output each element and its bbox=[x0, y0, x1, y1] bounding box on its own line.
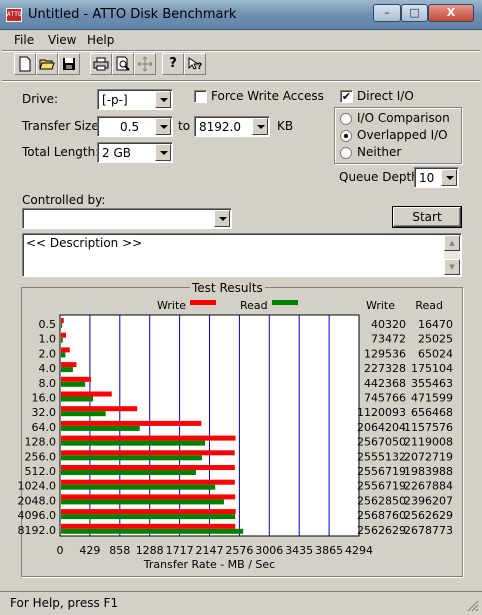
read-value: 2678773 bbox=[404, 524, 453, 537]
x-tick-label: 0 bbox=[57, 544, 64, 557]
write-value: 2562850 bbox=[357, 494, 406, 507]
write-column-header: Write bbox=[366, 299, 395, 312]
legend-write-swatch bbox=[190, 300, 216, 305]
write-value: 40320 bbox=[371, 318, 406, 331]
read-bar bbox=[61, 352, 66, 358]
write-value: 227328 bbox=[364, 362, 406, 375]
write-bar bbox=[61, 420, 202, 426]
write-bar bbox=[61, 332, 66, 338]
read-bar bbox=[61, 528, 244, 534]
read-bar bbox=[61, 499, 224, 505]
x-tick-label: 429 bbox=[79, 544, 100, 557]
row-label: 2.0 bbox=[39, 347, 57, 360]
row-label: 0.5 bbox=[39, 318, 57, 331]
write-bar bbox=[61, 450, 235, 456]
read-value: 2119008 bbox=[404, 436, 453, 449]
read-bar bbox=[61, 323, 63, 328]
write-bar bbox=[61, 318, 64, 323]
results-chart: 0 429 858 1288 1717 2147 2576 3006 3435 3865 4294 T… bbox=[18, 299, 454, 571]
x-tick-label: 858 bbox=[109, 544, 130, 557]
read-value: 2072719 bbox=[404, 450, 453, 463]
write-value: 1120093 bbox=[357, 406, 406, 419]
write-bar bbox=[61, 465, 235, 470]
read-bar bbox=[61, 440, 206, 446]
row-label: 4.0 bbox=[39, 362, 57, 375]
read-bar bbox=[61, 337, 63, 343]
write-value: 129536 bbox=[364, 347, 406, 360]
write-value: 73472 bbox=[371, 333, 406, 346]
read-value: 2562629 bbox=[404, 509, 453, 522]
write-bar bbox=[61, 494, 236, 500]
read-value: 25025 bbox=[418, 333, 453, 346]
x-axis-label: Transfer Rate - MB / Sec bbox=[143, 558, 275, 571]
row-label: 16.0 bbox=[32, 392, 57, 405]
row-label: 256.0 bbox=[25, 450, 57, 463]
read-bar bbox=[61, 381, 86, 387]
x-tick-label: 3006 bbox=[255, 544, 283, 557]
resize-grip-icon[interactable] bbox=[467, 600, 479, 612]
read-column-header: Read bbox=[415, 299, 443, 312]
x-tick-label: 1288 bbox=[136, 544, 164, 557]
write-value: 2555132 bbox=[357, 450, 406, 463]
read-value: 355463 bbox=[411, 377, 453, 390]
row-label: 8192.0 bbox=[18, 524, 57, 537]
read-bar bbox=[61, 425, 140, 431]
read-value: 175104 bbox=[411, 362, 453, 375]
read-value: 2267884 bbox=[404, 480, 453, 493]
read-value: 2396207 bbox=[404, 494, 453, 507]
write-value: 442368 bbox=[364, 377, 406, 390]
row-label: 512.0 bbox=[25, 465, 57, 478]
row-label: 64.0 bbox=[32, 421, 57, 434]
write-bar bbox=[61, 391, 112, 397]
legend-read-label: Read bbox=[240, 299, 268, 312]
write-bar bbox=[61, 479, 235, 485]
x-tick-label: 3865 bbox=[315, 544, 343, 557]
read-bar bbox=[61, 514, 236, 520]
x-tick-label: 2576 bbox=[225, 544, 253, 557]
status-text: For Help, press F1 bbox=[10, 596, 119, 610]
x-tick-label: 4294 bbox=[345, 544, 373, 557]
read-bar bbox=[61, 470, 196, 475]
write-value: 2567050 bbox=[357, 436, 406, 449]
read-value: 471599 bbox=[411, 392, 453, 405]
legend-write-label: Write bbox=[157, 299, 186, 312]
write-bar bbox=[61, 347, 70, 353]
row-label: 2048.0 bbox=[18, 494, 57, 507]
read-value: 65024 bbox=[418, 347, 453, 360]
row-label: 8.0 bbox=[39, 377, 57, 390]
write-value: 2064204 bbox=[357, 421, 406, 434]
write-value: 2556719 bbox=[357, 480, 406, 493]
read-bar bbox=[61, 396, 94, 402]
x-tick-label: 2147 bbox=[196, 544, 224, 557]
row-label: 1.0 bbox=[39, 333, 57, 346]
read-value: 1157576 bbox=[404, 421, 453, 434]
write-value: 2556719 bbox=[357, 465, 406, 478]
read-value: 656468 bbox=[411, 406, 453, 419]
write-bar bbox=[61, 435, 236, 441]
x-tick-label: 3435 bbox=[285, 544, 313, 557]
legend-read-swatch bbox=[272, 300, 298, 305]
x-tick-label: 1717 bbox=[166, 544, 194, 557]
read-bar bbox=[61, 455, 202, 461]
read-value: 1983988 bbox=[404, 465, 453, 478]
write-bar bbox=[61, 362, 77, 368]
write-bar bbox=[61, 523, 236, 529]
row-label: 4096.0 bbox=[18, 509, 57, 522]
row-label: 32.0 bbox=[32, 406, 57, 419]
write-bar bbox=[61, 509, 236, 515]
write-value: 745766 bbox=[364, 392, 406, 405]
read-value: 16470 bbox=[418, 318, 453, 331]
read-bar bbox=[61, 411, 106, 417]
write-bar bbox=[61, 406, 138, 412]
row-label: 128.0 bbox=[25, 436, 57, 449]
write-bar bbox=[61, 376, 92, 382]
read-bar bbox=[61, 367, 73, 373]
row-label: 1024.0 bbox=[18, 480, 57, 493]
write-value: 2562629 bbox=[357, 524, 406, 537]
read-bar bbox=[61, 484, 216, 490]
write-value: 2568760 bbox=[357, 509, 406, 522]
